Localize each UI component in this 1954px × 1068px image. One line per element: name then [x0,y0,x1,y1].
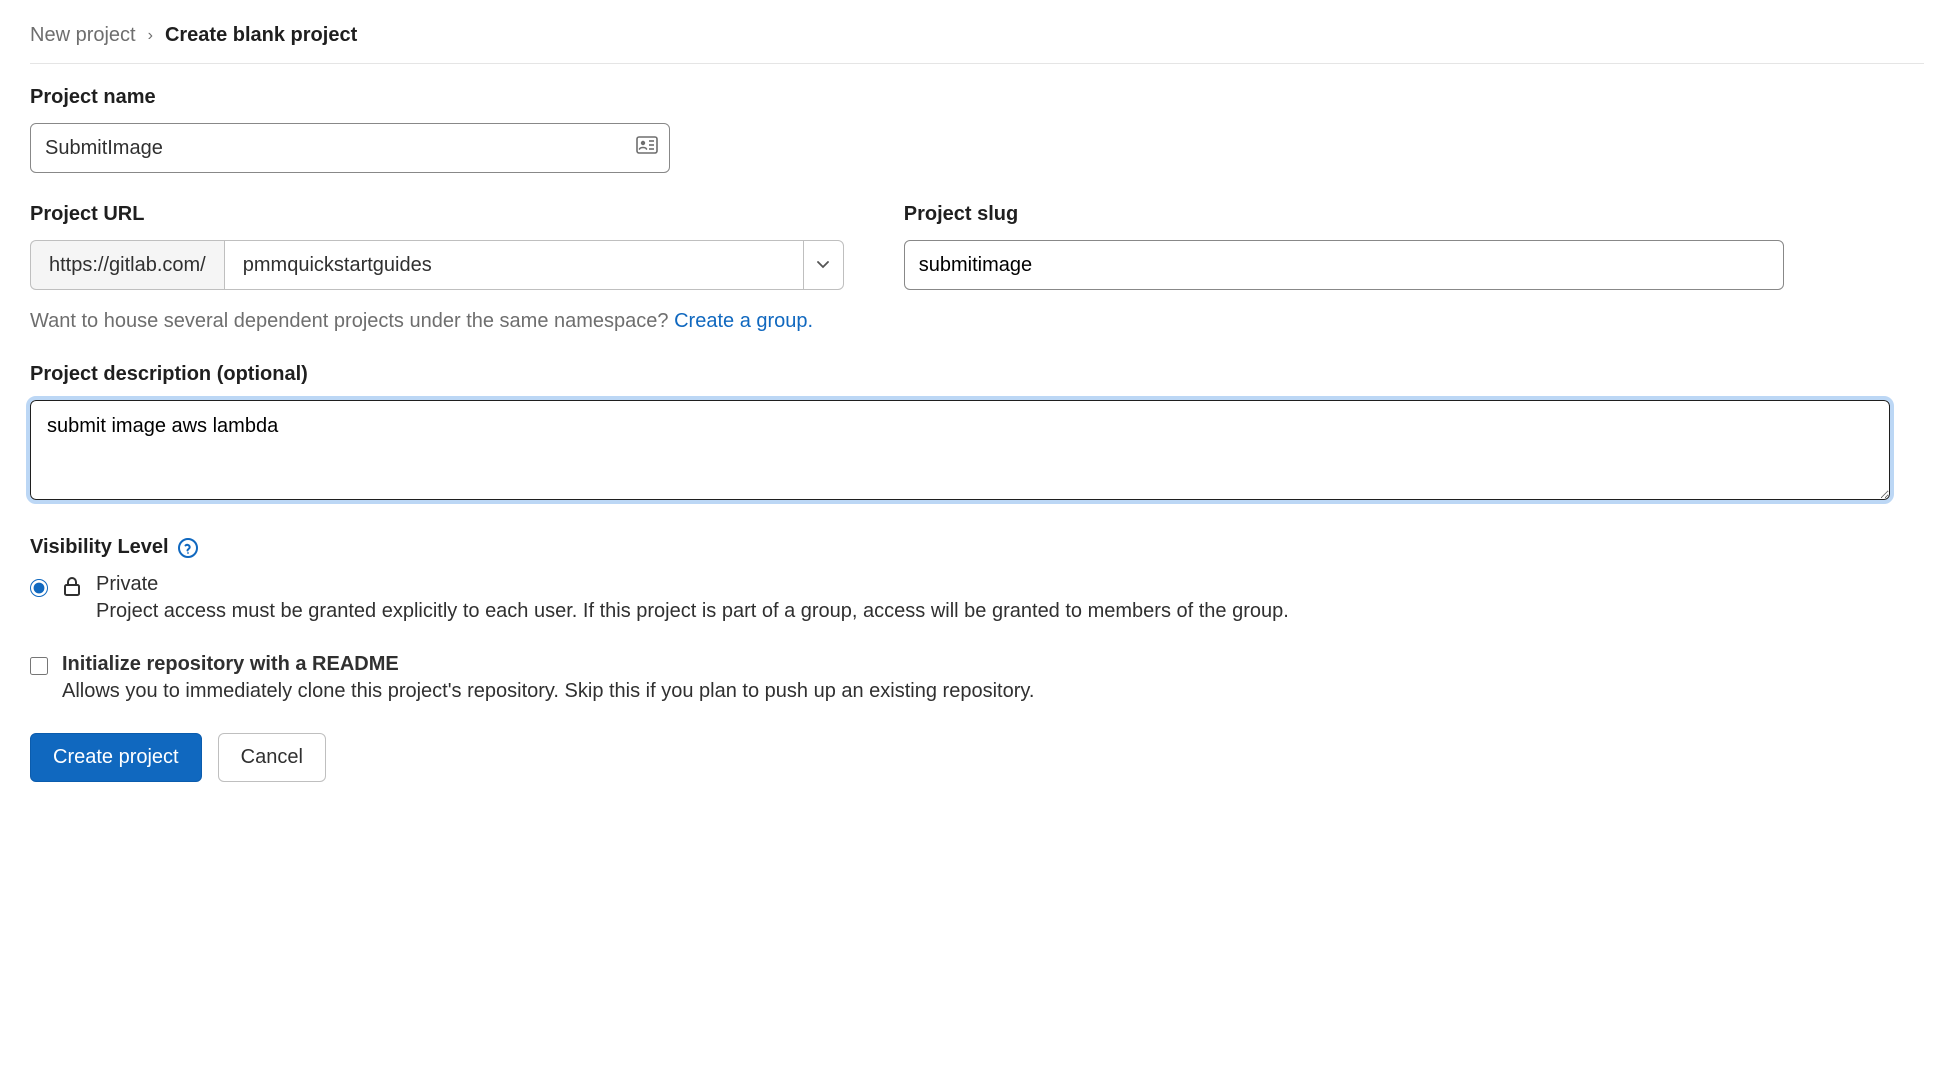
breadcrumb: New project › Create blank project [30,24,1924,64]
cancel-button[interactable]: Cancel [218,733,326,782]
lock-icon [62,575,82,603]
project-url-column: Project URL https://gitlab.com/ pmmquick… [30,203,844,290]
namespace-value: pmmquickstartguides [225,241,803,289]
project-url-prefix: https://gitlab.com/ [30,240,224,290]
visibility-private-row: Private Project access must be granted e… [30,573,1924,623]
visibility-section: Visibility Level Private Project access … [30,536,1924,623]
namespace-select[interactable]: pmmquickstartguides [224,240,844,290]
project-description-label: Project description (optional) [30,363,1924,386]
readme-row: Initialize repository with a README Allo… [30,653,1924,703]
group-hint: Want to house several dependent projects… [30,310,1924,333]
visibility-private-radio[interactable] [30,579,48,597]
contact-card-icon [636,136,658,160]
readme-title: Initialize repository with a README [62,653,1034,676]
readme-checkbox[interactable] [30,657,48,675]
project-description-input[interactable] [30,400,1890,500]
visibility-private-content: Private Project access must be granted e… [96,573,1289,623]
project-url-slug-section: Project URL https://gitlab.com/ pmmquick… [30,203,1924,333]
breadcrumb-current: Create blank project [165,24,357,47]
visibility-private-desc: Project access must be granted explicitl… [96,600,1289,623]
project-name-section: Project name [30,86,1924,173]
project-slug-label: Project slug [904,203,1784,226]
project-slug-column: Project slug [904,203,1784,290]
visibility-label: Visibility Level [30,536,1924,559]
visibility-label-text: Visibility Level [30,536,169,559]
group-hint-text: Want to house several dependent projects… [30,310,674,332]
visibility-private-title: Private [96,573,1289,596]
create-group-link[interactable]: Create a group. [674,310,813,332]
chevron-down-icon [803,241,843,289]
readme-section: Initialize repository with a README Allo… [30,653,1924,703]
project-url-group: https://gitlab.com/ pmmquickstartguides [30,240,844,290]
breadcrumb-separator: › [148,27,153,45]
breadcrumb-prev[interactable]: New project [30,24,136,47]
create-project-button[interactable]: Create project [30,733,202,782]
help-icon[interactable] [177,537,199,559]
readme-desc: Allows you to immediately clone this pro… [62,680,1034,703]
project-url-label: Project URL [30,203,844,226]
project-name-input[interactable] [30,123,670,173]
form-actions: Create project Cancel [30,733,1924,782]
readme-content: Initialize repository with a README Allo… [62,653,1034,703]
project-description-section: Project description (optional) [30,363,1924,506]
project-name-label: Project name [30,86,1924,109]
project-slug-input[interactable] [904,240,1784,290]
